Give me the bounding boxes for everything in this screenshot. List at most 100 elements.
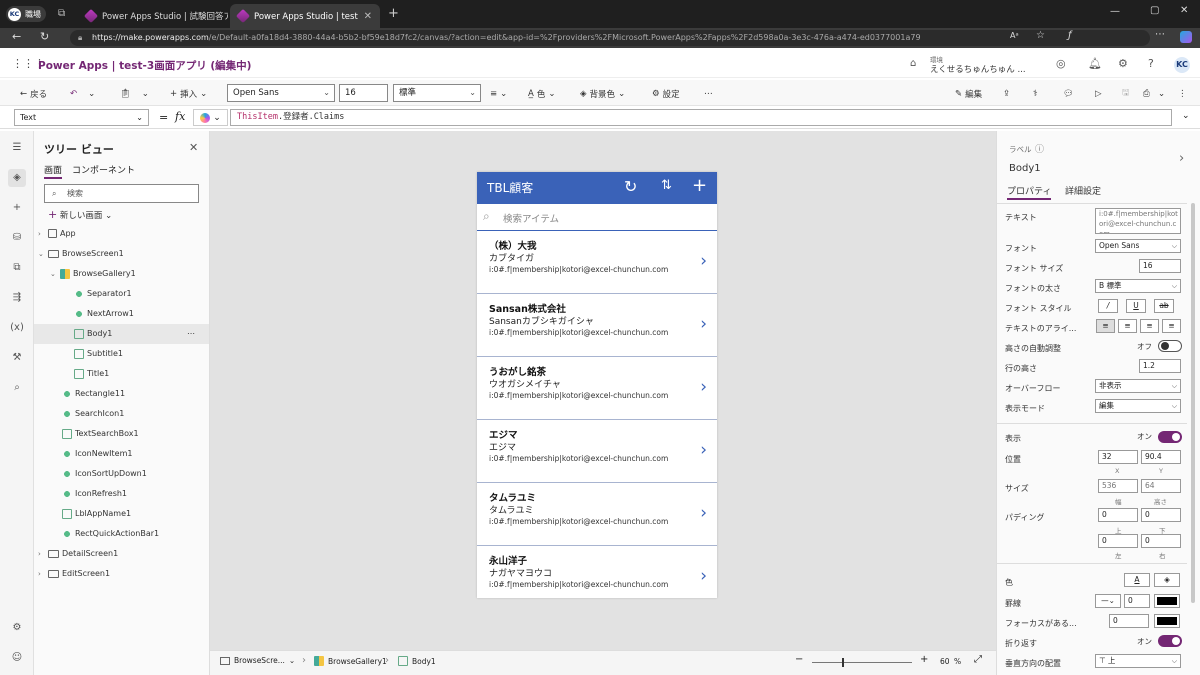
browser-menu-icon[interactable]: ⋯ [1155, 29, 1165, 40]
chevron-right-icon[interactable]: › [700, 440, 707, 460]
tools-icon[interactable]: ⚒ [8, 349, 26, 367]
font-dropdown[interactable]: Open Sans [1095, 239, 1181, 253]
gear-icon[interactable]: ⚙ [1118, 57, 1128, 70]
breadcrumb-gallery[interactable]: BrowseGallery1 [314, 656, 387, 666]
tree-item-rectquickactionbar1[interactable]: RectQuickActionBar1 [34, 524, 209, 544]
tree-item-rectangle11[interactable]: Rectangle11 [34, 384, 209, 404]
wrap-toggle[interactable] [1158, 635, 1182, 647]
padding-top-input[interactable]: 0 [1098, 508, 1138, 522]
tree-item-app[interactable]: › App [34, 224, 209, 244]
tree-item-iconrefresh1[interactable]: IconRefresh1 [34, 484, 209, 504]
border-color-swatch[interactable] [1154, 594, 1180, 608]
new-tab-icon[interactable]: + [388, 6, 399, 21]
tree-search-input[interactable]: ⌕ 検索 [44, 184, 199, 203]
chevron-down-icon[interactable]: ⌄ [1158, 85, 1165, 102]
search-box[interactable]: ⌕ 検索アイテム [477, 204, 717, 231]
font-size-input[interactable]: 16 [1139, 259, 1181, 273]
account-icon[interactable]: ☺ [8, 649, 26, 667]
gallery-item[interactable]: エジマ エジマ i:0#.f|membership|kotori@excel-c… [477, 420, 717, 483]
property-select[interactable]: Text ⌄ [14, 109, 149, 126]
add-icon[interactable]: + [692, 175, 707, 196]
align-button[interactable]: ≡ ⌄ [490, 85, 507, 102]
settings-button[interactable]: ⚙ 設定 [652, 85, 680, 102]
scrollbar[interactable] [1191, 203, 1195, 603]
more-icon[interactable]: ⋮ [1178, 85, 1187, 102]
underline-button[interactable]: U [1126, 299, 1146, 313]
save-icon[interactable]: 🖫 [1122, 85, 1129, 102]
favorite-icon[interactable]: ☆ [1036, 30, 1045, 41]
tree-item-searchicon1[interactable]: SearchIcon1 [34, 404, 209, 424]
tab-properties[interactable]: プロパティ [1007, 184, 1052, 200]
tree-item-detailscreen1[interactable]: › DetailScreen1 [34, 544, 209, 564]
align-left-icon[interactable]: ≡ [1096, 319, 1115, 333]
paste-button[interactable]: 📋︎ ⌄ [120, 85, 149, 102]
gallery-item[interactable]: タムラユミ タムラユミ i:0#.f|membership|kotori@exc… [477, 483, 717, 546]
zoom-value[interactable]: 60 [940, 657, 950, 666]
strikethrough-button[interactable]: ab [1154, 299, 1174, 313]
tree-item-title1[interactable]: Title1 [34, 364, 209, 384]
chevron-right-icon[interactable]: › [700, 251, 707, 271]
close-icon[interactable]: ✕ [364, 11, 372, 22]
chevron-right-icon[interactable]: › [700, 566, 707, 586]
height-input[interactable]: 64 [1141, 479, 1181, 493]
line-height-input[interactable]: 1.2 [1139, 359, 1181, 373]
gallery-item[interactable]: うおがし銘茶 ウオガシメイチャ i:0#.f|membership|kotori… [477, 357, 717, 420]
chevron-right-icon[interactable]: › [700, 377, 707, 397]
align-justify-icon[interactable]: ≡ [1162, 319, 1181, 333]
align-center-icon[interactable]: ≡ [1118, 319, 1137, 333]
environment-name[interactable]: えくせるちゅんちゅん ... [930, 63, 1026, 75]
breadcrumb-screen[interactable]: BrowseScre... ⌄ [220, 656, 295, 665]
minimize-icon[interactable]: — [1110, 6, 1120, 17]
back-button[interactable]: ← 戻る [20, 85, 47, 102]
tree-item-lblappname1[interactable]: LblAppName1 [34, 504, 209, 524]
close-window-icon[interactable]: ✕ [1180, 5, 1188, 16]
vertical-align-dropdown[interactable]: ⊤ 上 [1095, 654, 1181, 668]
fill-button[interactable]: ◈ 背景色 ⌄ [580, 85, 625, 102]
copilot-icon[interactable] [1180, 31, 1192, 43]
italic-button[interactable]: / [1098, 299, 1118, 313]
x-input[interactable]: 32 [1098, 450, 1138, 464]
insert-button[interactable]: + 挿入 ⌄ [170, 85, 207, 102]
share-icon[interactable]: ⇪ [1003, 85, 1010, 102]
focus-color-swatch[interactable] [1154, 614, 1180, 628]
tree-item-browsescreen1[interactable]: ⌄ BrowseScreen1 [34, 244, 209, 264]
width-input[interactable]: 536 [1098, 479, 1138, 493]
y-input[interactable]: 90.4 [1141, 450, 1181, 464]
app-screen-preview[interactable]: TBL顧客 ↻ ⇅ + ⌕ 検索アイテム （株）大我 カブタイガ i:0#.f|… [477, 172, 717, 598]
align-right-icon[interactable]: ≡ [1140, 319, 1159, 333]
browser-tab-1[interactable]: Power Apps Studio | 試験回答ア [78, 4, 228, 28]
color-button[interactable]: A̲ 色 ⌄ [528, 85, 555, 102]
info-icon[interactable]: ⓘ [1035, 142, 1044, 155]
copilot-formula-button[interactable]: ⌄ [193, 109, 228, 126]
padding-right-input[interactable]: 0 [1141, 534, 1181, 548]
font-color-button[interactable]: A [1124, 573, 1150, 587]
app-name-label[interactable]: TBL顧客 [487, 179, 533, 196]
border-style-dropdown[interactable]: —⌄ [1095, 594, 1121, 608]
undo-button[interactable]: ↶ ⌄ [70, 85, 95, 102]
more-button[interactable]: ⋯ [704, 85, 713, 102]
gallery-item[interactable]: Sansan株式会社 Sansanカブシキガイシャ i:0#.f|members… [477, 294, 717, 357]
breadcrumb-control[interactable]: Body1 [398, 656, 436, 666]
zoom-slider-thumb[interactable] [842, 658, 844, 667]
avatar[interactable]: KC [1174, 57, 1190, 73]
font-weight-dropdown[interactable]: B 標準 [1095, 279, 1181, 293]
refresh-icon[interactable]: ↻ [624, 177, 637, 196]
focus-border-input[interactable]: 0 [1109, 614, 1149, 628]
font-size-input[interactable]: 16 [339, 84, 388, 102]
chevron-right-icon[interactable]: › [1179, 151, 1184, 166]
tab-screens[interactable]: 画面 [44, 163, 63, 179]
font-weight-select[interactable]: 標準 ⌄ [393, 84, 481, 102]
menu-icon[interactable]: ☰ [8, 139, 26, 157]
font-select[interactable]: Open Sans ⌄ [227, 84, 335, 102]
padding-left-input[interactable]: 0 [1098, 534, 1138, 548]
zoom-out-icon[interactable]: − [795, 654, 803, 665]
preview-play-icon[interactable]: ▷ [1095, 85, 1102, 102]
tree-item-browsegallery1[interactable]: ⌄ BrowseGallery1 [34, 264, 209, 284]
tab-components[interactable]: コンポーネント [72, 163, 135, 176]
browser-tab-2[interactable]: Power Apps Studio | test-3画面ア ✕ [230, 4, 380, 28]
plus-icon[interactable]: + [8, 199, 26, 217]
data-icon[interactable]: ⛁ [8, 229, 26, 247]
tree-item-body1[interactable]: Body1 ⋯ [34, 324, 209, 344]
gear-icon[interactable]: ⚙ [8, 619, 26, 637]
fill-color-button[interactable]: ◈ [1154, 573, 1180, 587]
